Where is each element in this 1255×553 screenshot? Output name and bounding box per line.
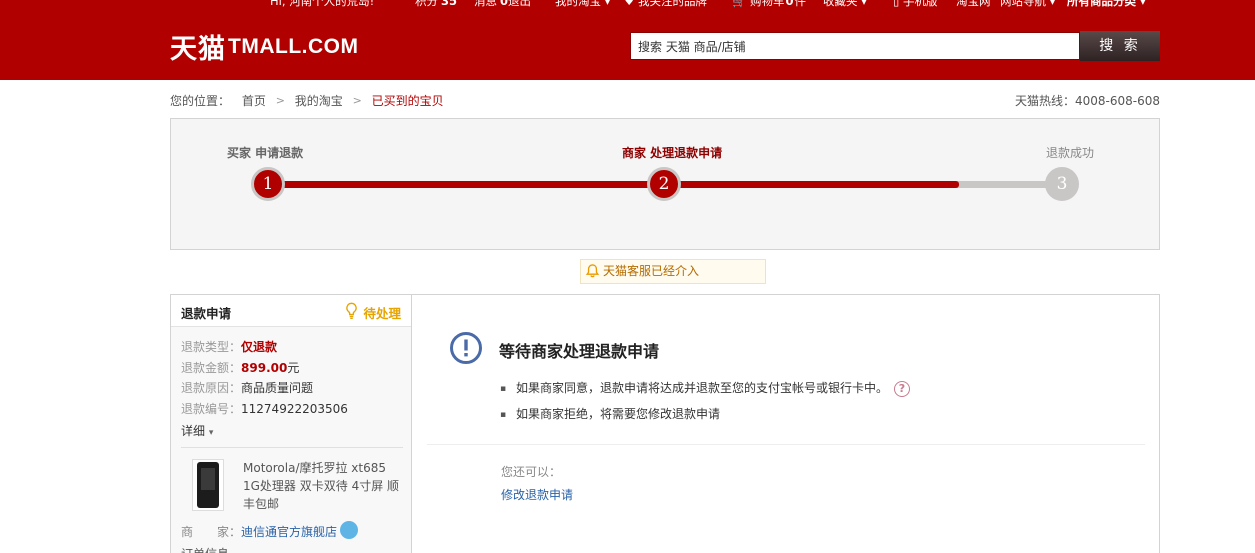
detail-toggle[interactable]: 详细 ▾ bbox=[181, 422, 213, 439]
bullet-agree: 如果商家同意，退款申请将达成并退款至您的支付宝帐号或银行卡中。? bbox=[500, 379, 910, 397]
breadcrumb-home[interactable]: 首页 bbox=[242, 92, 266, 109]
taobao-link[interactable]: 淘宝网 bbox=[956, 0, 991, 9]
cart-label: 购物车 bbox=[749, 0, 785, 8]
step-2-circle: 2 bbox=[647, 167, 681, 201]
refund-reason-row: 退款原因：商品质量问题 bbox=[181, 379, 313, 396]
refund-number-value: 11274922203506 bbox=[241, 402, 348, 416]
refund-amount-unit: 元 bbox=[287, 361, 300, 375]
phone-image bbox=[197, 462, 219, 508]
refund-number-row: 退款编号：11274922203506 bbox=[181, 400, 348, 417]
all-categories-menu[interactable]: 所有商品分类 ▾ bbox=[1067, 0, 1146, 9]
hotline-text: 天猫热线：4008-608-608 bbox=[1014, 94, 1160, 108]
can-also-label: 您还可以： bbox=[501, 465, 562, 479]
my-taobao-menu[interactable]: 我的淘宝 ▾ bbox=[555, 0, 610, 9]
status-title: 等待商家处理退款申请 bbox=[499, 342, 660, 361]
step-3-label: 退款成功 bbox=[1046, 146, 1095, 160]
refund-type-row: 退款类型：仅退款 bbox=[181, 338, 277, 355]
site-header: Hi, 河南个人的荒岛! 积分 35 消息 0 退出 我的淘宝 ▾ ♥ 我关注的品牌… bbox=[0, 0, 1255, 80]
seller-label: 商 家： bbox=[181, 525, 242, 539]
refund-summary-panel: 退款申请 待处理 退款类型：仅退款 退款金额：899.00元 退款原因：商品质量… bbox=[170, 294, 412, 553]
breadcrumb-my-taobao[interactable]: 我的淘宝 bbox=[295, 92, 343, 109]
seller-name-link[interactable]: 迪信通官方旗舰店 bbox=[241, 525, 337, 539]
breadcrumb-label: 您的位置： bbox=[170, 94, 231, 108]
step-1-circle: 1 bbox=[251, 167, 285, 201]
greeting-text[interactable]: Hi, 河南个人的荒岛! bbox=[270, 0, 374, 9]
exclamation-circle-icon bbox=[450, 332, 482, 364]
bullet-agree-text: 如果商家同意，退款申请将达成并退款至您的支付宝帐号或银行卡中。 bbox=[515, 381, 888, 395]
fav-brands-label: 我关注的品牌 bbox=[637, 0, 707, 8]
refund-reason-value: 商品质量问题 bbox=[241, 381, 314, 395]
bullet-reject: 如果商家拒绝，将需要您修改退款申请 bbox=[500, 405, 720, 422]
mobile-label: 手机版 bbox=[902, 0, 938, 8]
detail-label: 详细 bbox=[181, 424, 206, 438]
progress-fill bbox=[267, 181, 959, 188]
divider bbox=[427, 444, 1145, 445]
cart-unit: 件 bbox=[794, 0, 807, 8]
chevron-right-icon: > bbox=[275, 94, 285, 107]
cs-intervention-notice: 天猫客服已经介入 bbox=[580, 259, 766, 284]
search-button[interactable]: 搜 索 bbox=[1080, 31, 1160, 61]
points-label-text: 积分 bbox=[415, 0, 438, 8]
breadcrumb-purchased[interactable]: 已买到的宝贝 bbox=[372, 92, 444, 109]
step-2-label: 商家 处理退款申请 bbox=[622, 146, 723, 160]
lightbulb-icon bbox=[346, 302, 358, 320]
seller-row: 商 家：迪信通官方旗舰店 bbox=[181, 520, 359, 542]
chevron-right-icon: > bbox=[352, 94, 362, 107]
refund-type-label: 退款类型： bbox=[181, 340, 242, 354]
refund-amount-label: 退款金额： bbox=[181, 361, 242, 375]
status-text: 待处理 bbox=[363, 306, 401, 321]
tmall-logo[interactable]: 天猫TMALL.COM bbox=[170, 27, 358, 66]
mobile-link[interactable]: ▯ 手机版 bbox=[893, 0, 937, 9]
site-nav-menu[interactable]: 网站导航 ▾ bbox=[1000, 0, 1055, 9]
logout-link[interactable]: 退出 bbox=[508, 0, 531, 9]
refund-title: 退款申请 bbox=[181, 306, 232, 321]
messages-label-text: 消息 bbox=[474, 0, 497, 8]
logo-en: TMALL.COM bbox=[228, 34, 359, 58]
product-thumbnail[interactable] bbox=[192, 459, 224, 511]
refund-amount-row: 退款金额：899.00元 bbox=[181, 359, 299, 376]
refund-status-panel: 等待商家处理退款申请 如果商家同意，退款申请将达成并退款至您的支付宝帐号或银行卡… bbox=[411, 294, 1160, 553]
fav-brands-link[interactable]: ♥ 我关注的品牌 bbox=[624, 0, 707, 9]
status-badge: 待处理 bbox=[346, 302, 401, 322]
cart-count: 0 bbox=[785, 0, 794, 8]
product-name-link[interactable]: Motorola/摩托罗拉 xt685 1G处理器 双卡双待 4寸屏 顺丰包邮 bbox=[243, 459, 405, 513]
step-1-label: 买家 申请退款 bbox=[227, 146, 304, 160]
bullet-reject-text: 如果商家拒绝，将需要您修改退款申请 bbox=[515, 407, 720, 421]
favorites-menu[interactable]: 收藏夹 ▾ bbox=[823, 0, 867, 9]
step-3-circle: 3 bbox=[1045, 167, 1079, 201]
refund-number-label: 退款编号： bbox=[181, 402, 242, 416]
messages-label[interactable]: 消息 0 bbox=[474, 0, 508, 9]
notice-text: 天猫客服已经介入 bbox=[603, 264, 700, 278]
search-input[interactable]: 搜索 天猫 商品/店铺 bbox=[630, 32, 1080, 60]
refund-amount-value: 899.00 bbox=[241, 361, 288, 375]
refund-progress: 买家 申请退款 商家 处理退款申请 退款成功 1 2 3 bbox=[170, 118, 1160, 250]
chevron-down-icon: ▾ bbox=[208, 428, 214, 438]
help-icon[interactable]: ? bbox=[893, 380, 910, 397]
site-nav-label: 网站导航 bbox=[1000, 0, 1046, 8]
order-info-label: 订单信息 bbox=[181, 545, 229, 553]
refund-summary-header: 退款申请 待处理 bbox=[171, 295, 411, 327]
logo-cn: 天猫 bbox=[170, 34, 226, 65]
breadcrumb: 您的位置： 首页 > 我的淘宝 > 已买到的宝贝 bbox=[170, 92, 444, 109]
all-categories-label: 所有商品分类 bbox=[1067, 0, 1136, 8]
favorites-label: 收藏夹 bbox=[823, 0, 858, 8]
cart-link[interactable]: 🛒 购物车0件 bbox=[732, 0, 806, 9]
divider bbox=[181, 447, 403, 448]
refund-type-value: 仅退款 bbox=[241, 340, 278, 354]
messages-count: 0 bbox=[500, 0, 509, 8]
modify-refund-link[interactable]: 修改退款申请 bbox=[501, 486, 573, 503]
points-label[interactable]: 积分 35 bbox=[415, 0, 457, 9]
my-taobao-label: 我的淘宝 bbox=[555, 0, 601, 8]
wangwang-chat-icon[interactable] bbox=[340, 520, 359, 539]
refund-reason-label: 退款原因： bbox=[181, 381, 242, 395]
points-value: 35 bbox=[441, 0, 458, 8]
bell-icon bbox=[585, 264, 600, 278]
